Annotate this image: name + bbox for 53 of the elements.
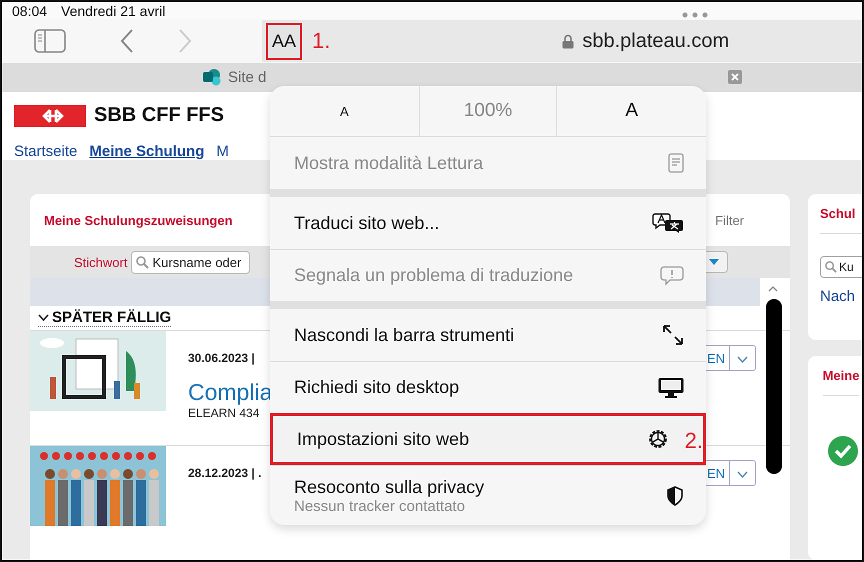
search-field[interactable]: Kursname oder (131, 250, 250, 274)
multitask-dots-icon[interactable] (682, 12, 708, 18)
settings-icon (647, 428, 669, 450)
nav-link[interactable]: Meine Schulung (89, 143, 204, 160)
chevron-icon (38, 314, 49, 321)
translate-icon (652, 212, 684, 234)
search-icon (825, 261, 837, 273)
nav-link[interactable]: Startseite (14, 143, 78, 160)
menu-item[interactable]: Traduci sito web... (270, 197, 706, 249)
filter-link[interactable]: Filter (715, 212, 744, 228)
status-time: 08:04 (12, 2, 48, 19)
smaller-text-button[interactable]: A (270, 86, 419, 136)
address-text[interactable]: sbb.plateau.com (582, 30, 730, 53)
expand-button[interactable] (730, 345, 756, 371)
course-date: 28.12.2023 | . (188, 466, 262, 480)
panel-title: Meine (822, 368, 860, 396)
panel-title: Meine Schulungszuweisungen (44, 212, 233, 228)
step-annotation: 1. (312, 28, 330, 54)
caret-icon (709, 259, 720, 265)
course-date: 30.06.2023 | (188, 351, 256, 365)
site-icon (202, 68, 222, 86)
logo-text: SBB CFF FFS (94, 104, 224, 127)
search-icon (136, 256, 150, 268)
close-icon[interactable] (728, 70, 742, 84)
panel-title: Schul (820, 206, 862, 234)
chevron-icon (737, 470, 748, 478)
course-code: ELEARN 434 (188, 406, 260, 420)
text-size-button[interactable]: AA (266, 22, 302, 60)
scrollbar[interactable] (766, 299, 782, 474)
sidebar-icon[interactable] (34, 29, 66, 54)
section-title[interactable]: SPÄTER FÄLLIG (38, 309, 172, 327)
check-icon (828, 436, 858, 466)
tab-title[interactable]: Site d (228, 68, 266, 86)
document-icon (668, 153, 684, 173)
logo-icon (14, 104, 86, 126)
back-icon[interactable] (120, 28, 134, 54)
resize-arrows-icon (662, 324, 684, 346)
shield-icon (666, 486, 684, 506)
chevron-icon (737, 356, 748, 362)
status-date: Vendredi 21 avril (61, 2, 166, 19)
menu-item[interactable]: Resoconto sulla privacy Nessun tracker contattato (270, 465, 706, 525)
zoom-level: 100% (418, 86, 556, 136)
panel-link[interactable]: Nach (820, 288, 862, 305)
expand-button[interactable] (730, 460, 756, 486)
monitor-icon (658, 376, 684, 398)
menu-item[interactable]: Impostazioni sito web 2. (270, 413, 706, 465)
larger-text-button[interactable]: A (556, 86, 706, 136)
speech-bubble-alert-icon (660, 266, 684, 286)
lock-icon (562, 34, 574, 49)
search-field[interactable]: Ku (820, 256, 862, 278)
keyword-label: Stichwort (74, 254, 128, 270)
nav-link[interactable]: M (216, 143, 229, 160)
scroll-up-icon[interactable] (768, 286, 778, 292)
